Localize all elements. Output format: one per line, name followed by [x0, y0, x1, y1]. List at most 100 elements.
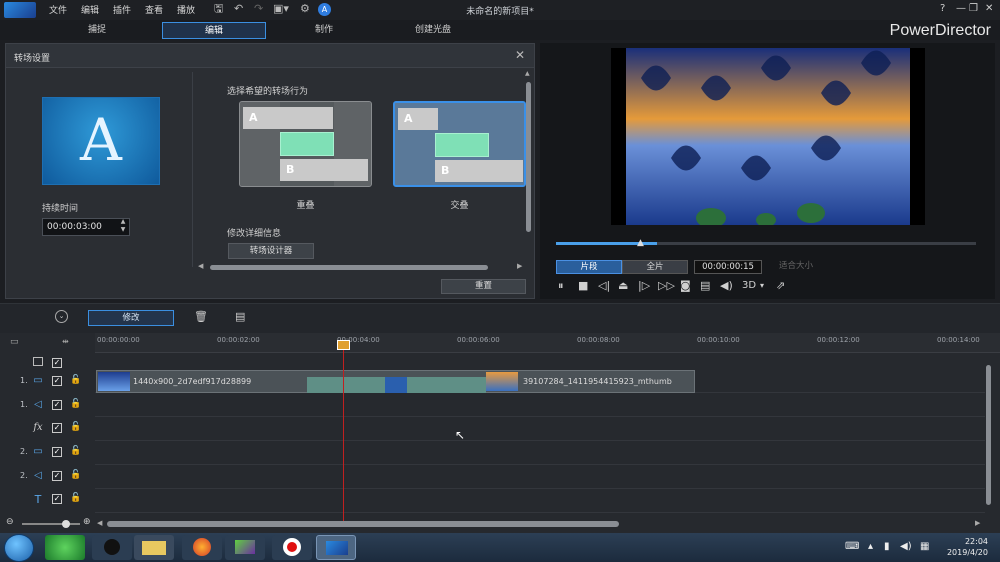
- taskbar-app-icon[interactable]: [45, 535, 85, 560]
- file-explorer-icon[interactable]: [134, 535, 174, 560]
- tab-edit[interactable]: 编辑: [162, 22, 266, 39]
- preview-video: [611, 48, 925, 228]
- duration-stepper[interactable]: ▲ ▼: [116, 218, 130, 236]
- previous-frame-icon[interactable]: ◁|: [598, 279, 610, 293]
- trash-icon[interactable]: 🗑: [194, 310, 208, 323]
- scrubber-handle-icon[interactable]: ▲: [637, 238, 644, 248]
- subtitles-icon[interactable]: ▤: [700, 279, 710, 293]
- volume-icon[interactable]: ◀): [720, 279, 733, 293]
- master-checkbox[interactable]: ✓: [52, 358, 62, 368]
- track-lane[interactable]: [95, 465, 985, 489]
- close-button[interactable]: ✕: [985, 3, 993, 14]
- firefox-icon[interactable]: [182, 535, 222, 560]
- transition-block: [435, 133, 489, 157]
- 3d-mode-dropdown[interactable]: 3D: [742, 279, 756, 293]
- record-app-icon[interactable]: [272, 535, 312, 560]
- time-ruler[interactable]: 00:00:00:00 00:00:02:00 00:00:04:00 00:0…: [95, 333, 1000, 353]
- track-enable-checkbox[interactable]: ✓: [52, 447, 62, 457]
- snapshot-icon[interactable]: ◙: [680, 279, 691, 293]
- minimize-button[interactable]: —: [956, 3, 966, 14]
- mode-tab-bar: 捕捉 编辑 制作 创建光盘: [0, 20, 1000, 40]
- clip-name: 1440x900_2d7edf917d28899: [133, 377, 252, 386]
- clip-mode-button[interactable]: 片段: [556, 260, 622, 274]
- option-crossfade[interactable]: A B: [393, 101, 526, 187]
- track-header-audio-1: 1. ◁ ✓ 🔓: [0, 395, 94, 417]
- timeline-vertical-scrollbar[interactable]: [986, 361, 992, 516]
- fx-track-icon: fx: [33, 422, 43, 433]
- timeline-horizontal-scrollbar[interactable]: ◀ ▶: [97, 519, 985, 528]
- track-number: 2.: [20, 447, 28, 456]
- preview-scrubber[interactable]: ▲: [556, 238, 976, 248]
- lock-icon[interactable]: 🔓: [70, 399, 81, 409]
- zoom-handle[interactable]: [62, 520, 70, 528]
- tick-label: 00:00:06:00: [457, 336, 500, 344]
- track-enable-checkbox[interactable]: ✓: [52, 376, 62, 386]
- powerdirector-app-icon[interactable]: [316, 535, 356, 560]
- panel-vertical-scrollbar[interactable]: ▲: [525, 70, 532, 264]
- clip-b-bar: B: [435, 160, 523, 182]
- zoom-in-icon[interactable]: ⊕: [83, 517, 91, 527]
- option-overlap[interactable]: A B: [239, 101, 372, 187]
- tab-create-disc[interactable]: 创建光盘: [381, 22, 485, 39]
- tray-network-icon[interactable]: ▦: [920, 541, 929, 552]
- system-clock[interactable]: 22:04 2019/4/20: [947, 536, 988, 558]
- lock-icon[interactable]: 🔓: [70, 493, 81, 503]
- transition-thumbnail: [385, 377, 407, 393]
- track-enable-checkbox[interactable]: ✓: [52, 494, 62, 504]
- track-lane[interactable]: [95, 441, 985, 465]
- clip-thumbnail: [98, 372, 130, 391]
- preview-mode-row: 片段 全片 00:00:00:15 适合大小: [556, 260, 822, 274]
- close-icon[interactable]: ✕: [515, 48, 525, 62]
- start-button[interactable]: [4, 534, 34, 562]
- fast-forward-icon[interactable]: ▷▷: [658, 279, 675, 293]
- audio-track-icon: ◁: [34, 399, 42, 410]
- tray-arrow-icon[interactable]: ▴: [868, 541, 873, 552]
- lock-icon[interactable]: 🔓: [70, 446, 81, 456]
- track-enable-checkbox[interactable]: ✓: [52, 471, 62, 481]
- chevron-down-icon[interactable]: ⌄: [55, 310, 68, 323]
- tab-capture[interactable]: 捕捉: [45, 22, 149, 39]
- zoom-out-icon[interactable]: ⊖: [6, 517, 14, 527]
- tray-keyboard-icon[interactable]: ⌨: [845, 541, 859, 552]
- track-enable-checkbox[interactable]: ✓: [52, 423, 62, 433]
- full-mode-button[interactable]: 全片: [622, 260, 688, 274]
- modify-button[interactable]: 修改: [88, 310, 174, 326]
- undock-icon[interactable]: ⇗: [776, 279, 785, 293]
- transition-thumbnail: A: [42, 97, 160, 185]
- edit-list-icon[interactable]: ▤: [235, 310, 245, 323]
- stop-icon[interactable]: ■: [578, 279, 588, 293]
- fit-timeline-icon[interactable]: ⇹: [62, 337, 69, 346]
- help-button[interactable]: ?: [940, 3, 945, 14]
- tab-produce[interactable]: 制作: [272, 22, 376, 39]
- lock-icon[interactable]: 🔓: [70, 422, 81, 432]
- transition-designer-button[interactable]: 转场设计器: [228, 243, 314, 259]
- split-icon[interactable]: ⏏: [618, 279, 628, 293]
- video-editor-app-icon[interactable]: [225, 535, 265, 560]
- tray-volume-icon[interactable]: ◀): [900, 541, 912, 552]
- fit-size-dropdown[interactable]: 适合大小: [766, 260, 826, 274]
- track-lane[interactable]: [95, 393, 985, 417]
- qq-icon[interactable]: [92, 535, 132, 560]
- tick-label: 00:00:00:00: [97, 336, 140, 344]
- tray-device-icon[interactable]: ▮: [884, 541, 890, 552]
- storyboard-view-icon[interactable]: ▭: [10, 337, 19, 347]
- lock-icon[interactable]: 🔓: [70, 375, 81, 385]
- track-lane[interactable]: [95, 417, 985, 441]
- transition-region[interactable]: [307, 377, 486, 393]
- panel-horizontal-scrollbar[interactable]: ◀ ▶: [198, 262, 525, 272]
- thumbnail-letter: A: [80, 106, 122, 174]
- track-lane[interactable]: [95, 489, 985, 513]
- playhead-handle[interactable]: [337, 340, 350, 350]
- tick-label: 00:00:12:00: [817, 336, 860, 344]
- lock-icon[interactable]: 🔓: [70, 470, 81, 480]
- track-enable-checkbox[interactable]: ✓: [52, 400, 62, 410]
- reset-button[interactable]: 重置: [441, 279, 526, 294]
- chevron-down-icon[interactable]: ▾: [760, 279, 764, 293]
- restore-button[interactable]: ❐: [969, 3, 978, 14]
- next-frame-icon[interactable]: |▷: [638, 279, 650, 293]
- detail-label: 修改详细信息: [227, 229, 282, 239]
- pause-icon[interactable]: ⏸: [558, 279, 564, 293]
- zoom-slider[interactable]: ⊖ ⊕: [6, 517, 92, 529]
- video-track-icon: ▭: [33, 446, 43, 457]
- timecode-display[interactable]: 00:00:00:15: [694, 260, 762, 274]
